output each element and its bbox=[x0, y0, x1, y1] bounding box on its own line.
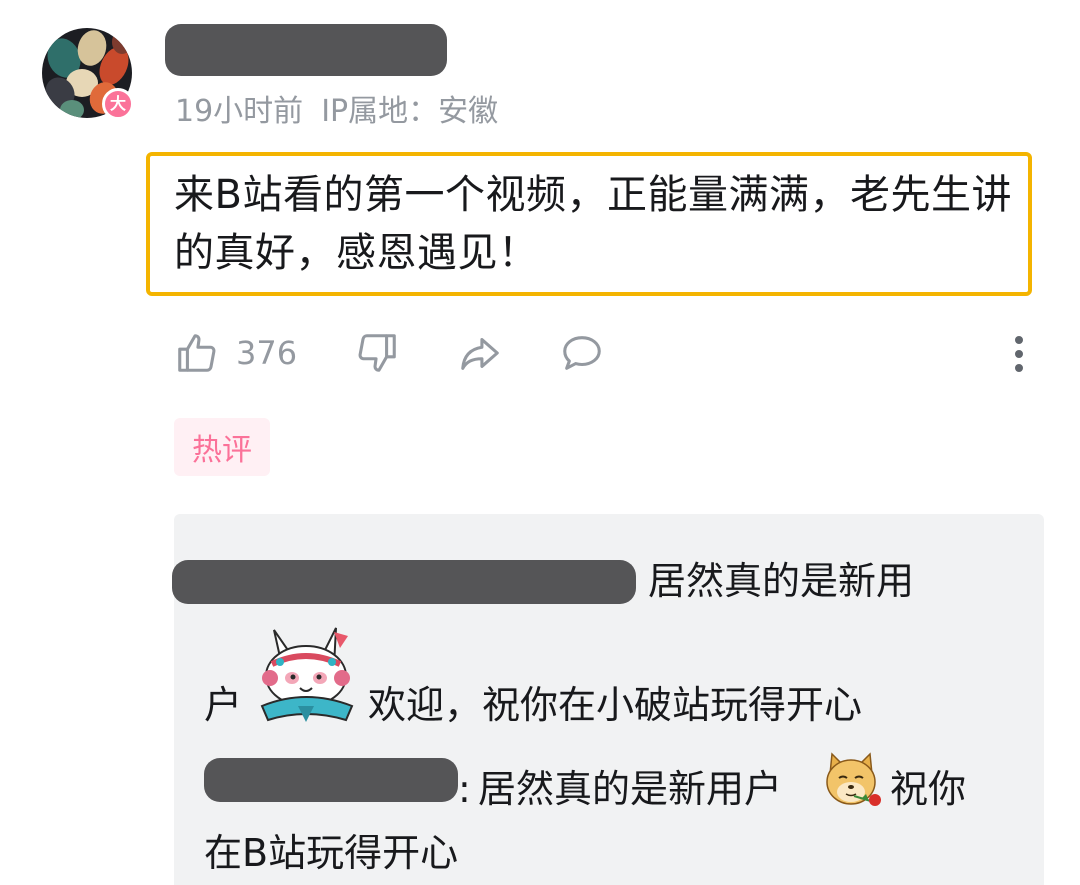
doge-rose-emoji bbox=[826, 752, 881, 806]
comment-action-bar: 376 bbox=[174, 330, 1034, 386]
comment-time: 19小时前 bbox=[175, 94, 304, 129]
redacted-username bbox=[165, 24, 447, 76]
reply-text: 在B站玩得开心 bbox=[204, 831, 459, 875]
comment-meta: 19小时前 IP属地：安徽 bbox=[175, 86, 498, 130]
member-level-badge: 大 bbox=[102, 88, 134, 120]
reply-text: 居然真的是新用户 bbox=[478, 767, 783, 811]
comment-text: 来B站看的第一个视频，正能量满满，老先生讲的真好，感恩遇见！ bbox=[174, 172, 1012, 276]
more-vertical-icon bbox=[1015, 336, 1023, 372]
thumbs-up-icon bbox=[178, 334, 216, 372]
thumbs-down-icon bbox=[358, 334, 396, 372]
redacted-reply-username[interactable] bbox=[204, 758, 458, 802]
reply-text: 祝你 bbox=[890, 767, 967, 811]
reply-button[interactable] bbox=[558, 330, 606, 376]
dislike-button[interactable] bbox=[354, 330, 400, 376]
reply-text: 欢迎，祝你在小破站玩得开心 bbox=[368, 683, 863, 727]
like-count: 376 bbox=[236, 334, 298, 372]
reply-text: 户 bbox=[204, 683, 243, 727]
hot-comment-tag: 热评 bbox=[174, 418, 270, 476]
rabbit-opera-emoji bbox=[260, 627, 354, 722]
comment-icon bbox=[563, 336, 601, 370]
reply-text: 居然真的是新用 bbox=[648, 559, 915, 603]
more-options-button[interactable] bbox=[1012, 334, 1026, 374]
redacted-reply-username[interactable] bbox=[172, 560, 636, 604]
share-button[interactable] bbox=[456, 330, 504, 376]
like-button[interactable]: 376 bbox=[174, 330, 297, 376]
ip-location: IP属地：安徽 bbox=[321, 94, 499, 129]
reply-colon: : bbox=[458, 767, 471, 811]
share-icon bbox=[461, 338, 499, 370]
